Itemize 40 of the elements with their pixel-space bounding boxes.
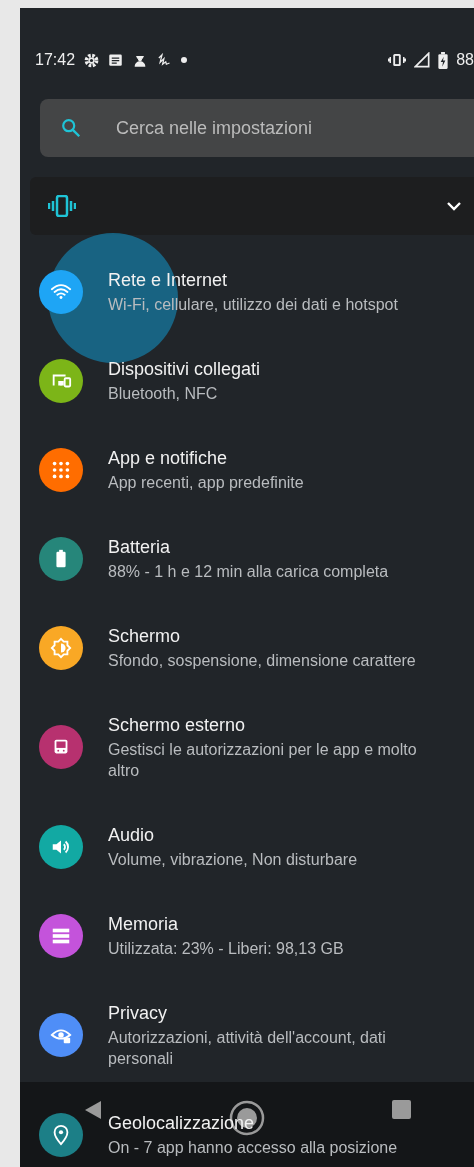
search-field[interactable]: Cerca nelle impostazioni [40,99,474,157]
battery-charging-icon [438,51,449,69]
item-subtitle: App recenti, app predefinite [108,473,304,493]
signal-icon [414,52,431,68]
item-title: Audio [108,824,155,847]
vibrate-icon [48,195,76,217]
item-subtitle: Utilizzata: 23% - Liberi: 98,13 GB [108,939,344,959]
back-button[interactable] [83,1100,102,1120]
settings-item[interactable]: Schermo esterno Gestisci le autorizzazioni per le app e molto altro [20,692,474,802]
item-title: Batteria [108,536,171,559]
message-icon [108,53,124,67]
item-subtitle: On - 7 app hanno accesso alla posizione [108,1138,398,1158]
item-subtitle: Gestisci le autorizzazioni per le app e molto altro [108,740,418,781]
settings-item[interactable]: Schermo Sfondo, sospensione, dimensione carattere [20,603,474,692]
item-subtitle: 88% - 1 h e 12 min alla carica completa [108,562,389,582]
item-title: Schermo [108,625,181,648]
squiggle-icon [157,52,173,68]
settings-item[interactable]: Privacy Autorizzazioni, attività dell'account, dati personali [20,980,474,1090]
settings-icon [84,52,100,68]
item-subtitle: Sfondo, sospensione, dimensione carattere [108,651,416,671]
item-subtitle: Volume, vibrazione, Non disturbare [108,850,358,870]
dot-icon [181,57,188,63]
item-title: Privacy [108,1002,167,1025]
item-title: Memoria [108,913,178,936]
battery-percentage: 88 [456,51,474,69]
status-time: 17:42 [35,51,76,69]
item-title: Schermo esterno [108,714,246,737]
settings-item[interactable]: Batteria 88% - 1 h e 12 min alla carica completa [20,514,474,603]
settings-item[interactable]: Memoria Utilizzata: 23% - Liberi: 98,13 GB [20,891,474,980]
chevron-icon[interactable] [446,201,462,211]
settings-item[interactable]: Audio Volume, vibrazione, Non disturbare [20,802,474,891]
item-title: Rete e Internet [108,269,228,292]
recents-button[interactable] [391,1100,411,1119]
item-title: App e notifiche [108,447,228,470]
vibrate-icon [388,53,407,67]
item-subtitle: Autorizzazioni, attività dell'account, dati personali [108,1028,387,1069]
settings-item[interactable]: App e notifiche App recenti, app predefinite [20,425,474,514]
item-title: Dispositivi collegati [108,358,261,381]
settings-item[interactable]: Dispositivi collegati Bluetooth, NFC [20,336,474,425]
item-subtitle: Bluetooth, NFC [108,384,218,404]
